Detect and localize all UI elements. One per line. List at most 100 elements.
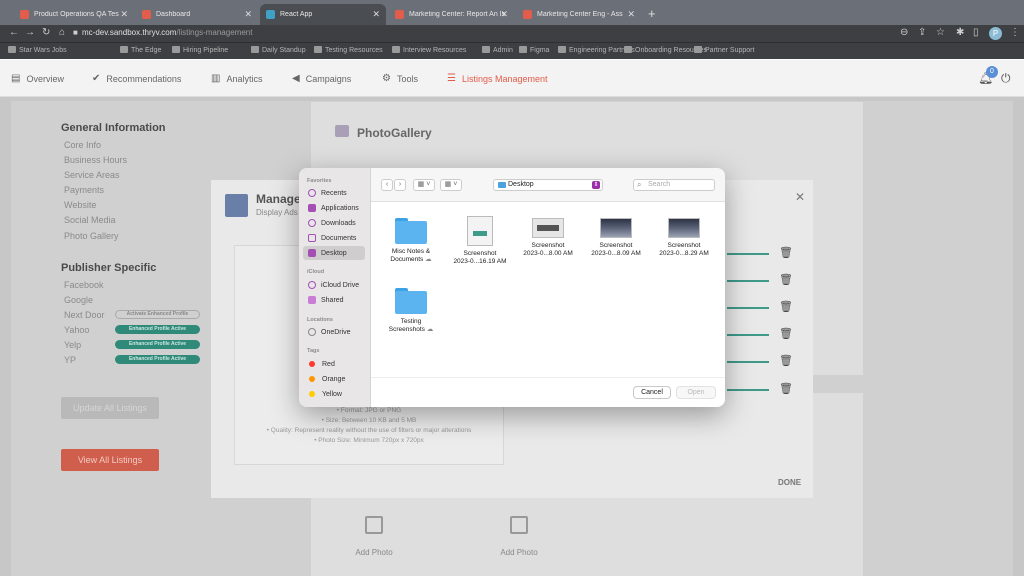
sidebar-item-recents[interactable]: Recents <box>303 186 365 200</box>
file-item-screenshot[interactable]: Screenshot 2023-0...16.19 AM <box>447 216 513 266</box>
browser-tab-eng[interactable]: Marketing Center Eng - Ass ✕ <box>517 4 641 25</box>
sidepanel-icon[interactable]: ▯ <box>973 28 979 38</box>
group-view-button[interactable]: ▦ ˅ <box>440 179 462 191</box>
address-bar: ← → ↻ ⌂ ■ mc-dev.sandbox.thryv.com/listi… <box>0 25 1024 42</box>
trash-icon[interactable]: 🗑︎ <box>779 382 793 395</box>
close-tab-icon[interactable]: ✕ <box>120 9 128 20</box>
trash-icon[interactable]: 🗑︎ <box>779 300 793 313</box>
tag-red[interactable]: Red <box>303 357 365 371</box>
file-item-folder[interactable]: Misc Notes & Documents ☁ <box>378 218 444 264</box>
sidebar-item-downloads[interactable]: Downloads <box>303 216 365 230</box>
forward-nav-button[interactable]: › <box>394 179 406 191</box>
sidebar-item-yp[interactable]: YP <box>64 355 76 365</box>
trash-icon[interactable]: 🗑︎ <box>779 273 793 286</box>
cancel-button[interactable]: Cancel <box>633 386 671 399</box>
icon-view-button[interactable]: ▦ ˅ <box>413 179 435 191</box>
tag-orange[interactable]: Orange <box>303 372 365 386</box>
browser-tab-react-app[interactable]: React App ✕ <box>260 4 386 25</box>
forward-icon[interactable]: → <box>25 28 35 38</box>
close-tab-icon[interactable]: ✕ <box>244 9 252 20</box>
folder-icon <box>498 182 506 188</box>
browser-tab-product-ops[interactable]: Product Operations QA Tes ✕ <box>14 4 134 25</box>
nav-overview[interactable]: ▤ Overview <box>11 73 64 84</box>
new-tab-icon[interactable]: + <box>648 6 656 21</box>
file-item-screenshot[interactable]: Screenshot 2023-0...8.09 AM <box>583 218 649 258</box>
bookmark-item[interactable]: Daily Standup <box>251 46 306 54</box>
bookmark-item[interactable]: The Edge <box>120 46 161 54</box>
sidebar-item-icloud-drive[interactable]: iCloud Drive <box>303 278 365 292</box>
add-photo-tile[interactable]: Add Photo <box>478 506 560 576</box>
bookmark-star-icon[interactable]: ☆ <box>936 28 945 38</box>
sidebar-item-payments[interactable]: Payments <box>64 185 104 195</box>
url-field[interactable]: mc-dev.sandbox.thryv.com/listings-manage… <box>82 28 252 37</box>
close-tab-icon[interactable]: ✕ <box>627 9 635 20</box>
power-icon[interactable]: ⏻ <box>1001 71 1011 86</box>
file-name: Screenshot 2023-0...8.00 AM <box>523 242 573 257</box>
extensions-icon[interactable]: ✱ <box>956 28 964 38</box>
browser-tab-report[interactable]: Marketing Center: Report An Is ✕ <box>389 4 514 25</box>
bookmark-item[interactable]: Testing Resources <box>314 46 383 54</box>
search-input[interactable]: ⌕ Search <box>633 179 715 191</box>
profile-avatar[interactable]: P <box>989 27 1002 40</box>
sidebar-item-yelp[interactable]: Yelp <box>64 340 81 350</box>
sidebar-item-core-info[interactable]: Core Info <box>64 140 101 150</box>
sidebar-item-next-door[interactable]: Next Door <box>64 310 105 320</box>
trash-icon[interactable]: 🗑︎ <box>779 246 793 259</box>
back-nav-button[interactable]: ‹ <box>381 179 393 191</box>
update-all-listings-button[interactable]: Update All Listings <box>61 397 159 419</box>
sidebar-item-facebook[interactable]: Facebook <box>64 280 104 290</box>
bookmark-item[interactable]: Admin <box>482 46 513 54</box>
trash-icon[interactable]: 🗑︎ <box>779 327 793 340</box>
close-icon[interactable]: ✕ <box>795 190 805 204</box>
sidebar-item-service-areas[interactable]: Service Areas <box>64 170 120 180</box>
sidebar-item-business-hours[interactable]: Business Hours <box>64 155 127 165</box>
tab-favicon-icon <box>142 10 151 19</box>
file-item-folder[interactable]: Testing Screenshots ☁ <box>378 288 444 334</box>
nav-label: Listings Management <box>461 73 548 84</box>
close-tab-icon[interactable]: ✕ <box>500 9 508 20</box>
bookmark-item[interactable]: Star Wars Jobs <box>8 46 67 54</box>
file-item-screenshot[interactable]: Screenshot 2023-0...8.00 AM <box>515 218 581 258</box>
nav-tools[interactable]: ⚙ Tools <box>382 73 418 84</box>
bookmark-item[interactable]: Partner Support <box>694 46 754 54</box>
view-all-listings-button[interactable]: View All Listings <box>61 449 159 471</box>
tag-yellow[interactable]: Yellow <box>303 387 365 401</box>
nav-listings-management[interactable]: ☰ Listings Management <box>447 73 548 84</box>
back-icon[interactable]: ← <box>9 28 19 38</box>
nav-campaigns[interactable]: ◀ Campaigns <box>292 73 351 84</box>
share-icon[interactable]: ⇪ <box>918 28 926 38</box>
done-button[interactable]: DONE <box>778 478 801 487</box>
sidebar-item-social-media[interactable]: Social Media <box>64 215 116 225</box>
modal-title: Manage <box>256 192 301 206</box>
sidebar-item-shared[interactable]: Shared <box>303 293 365 307</box>
trash-icon[interactable]: 🗑︎ <box>779 354 793 367</box>
sidebar-item-yahoo[interactable]: Yahoo <box>64 325 89 335</box>
sidebar-item-applications[interactable]: Applications <box>303 201 365 215</box>
open-button[interactable]: Open <box>676 386 716 399</box>
sidebar-item-onedrive[interactable]: OneDrive <box>303 325 365 339</box>
close-tab-icon[interactable]: ✕ <box>372 9 380 20</box>
nav-recommendations[interactable]: ✔ Recommendations <box>92 73 181 84</box>
sidebar-label: OneDrive <box>321 328 351 336</box>
bookmark-item[interactable]: Interview Resources <box>392 46 466 54</box>
sidebar-item-desktop[interactable]: Desktop <box>303 246 365 260</box>
bookmark-item[interactable]: Hiring Pipeline <box>172 46 228 54</box>
requirement-size: • Size: Between 10 KB and 5 MB <box>321 417 417 424</box>
reload-icon[interactable]: ↻ <box>42 28 50 38</box>
search-icon: ⌕ <box>637 180 642 189</box>
bookmark-item[interactable]: Figma <box>519 46 549 54</box>
home-icon[interactable]: ⌂ <box>59 28 65 38</box>
nav-analytics[interactable]: ▥ Analytics <box>211 73 262 84</box>
add-photo-tile[interactable]: Add Photo <box>333 506 415 576</box>
sidebar-item-photo-gallery[interactable]: Photo Gallery <box>64 231 119 241</box>
browser-tab-dashboard[interactable]: Dashboard ✕ <box>136 4 258 25</box>
sidebar-item-google[interactable]: Google <box>64 295 93 305</box>
file-item-screenshot[interactable]: Screenshot 2023-0...8.29 AM <box>651 218 717 258</box>
menu-icon[interactable]: ⋮ <box>1010 28 1020 38</box>
shared-folder-icon <box>308 296 316 304</box>
activate-profile-pill[interactable]: Activate Enhanced Profile <box>115 310 200 319</box>
sidebar-item-website[interactable]: Website <box>64 200 96 210</box>
location-select[interactable]: Desktop ⇕ <box>493 179 603 191</box>
zoom-icon[interactable]: ⊖ <box>900 28 908 38</box>
sidebar-item-documents[interactable]: Documents <box>303 231 365 245</box>
